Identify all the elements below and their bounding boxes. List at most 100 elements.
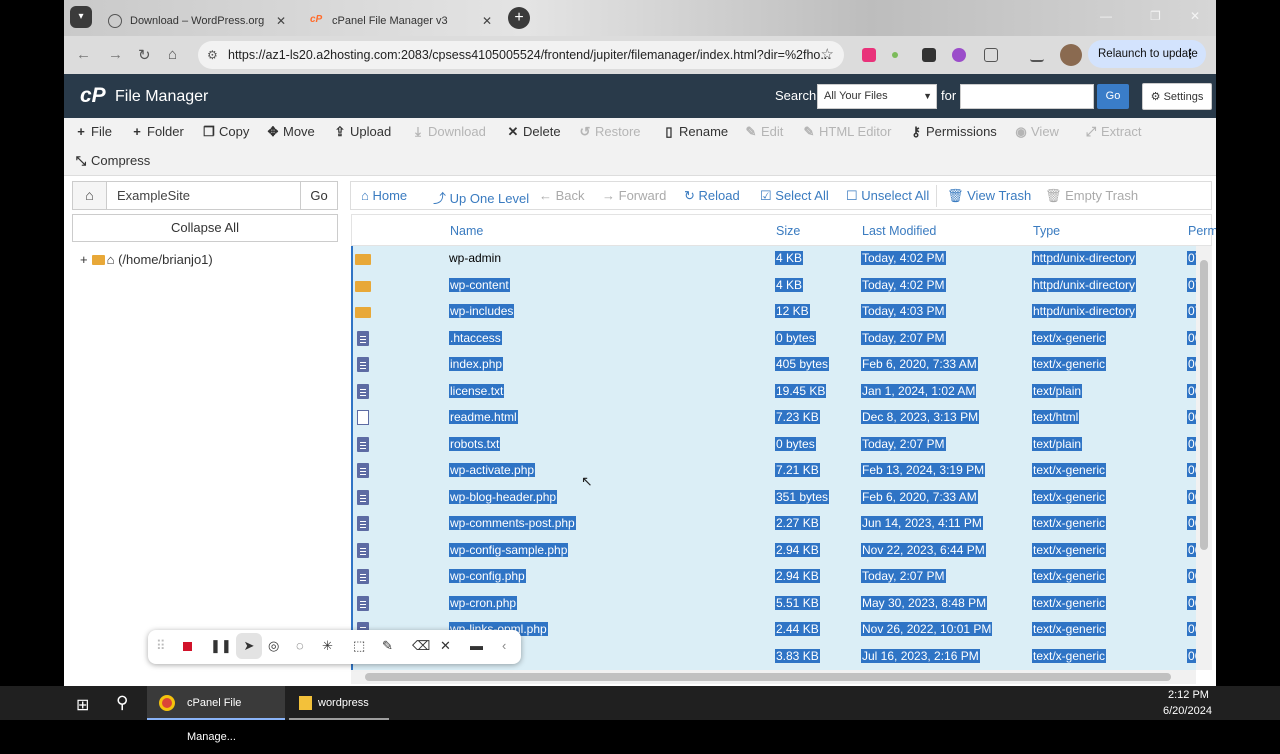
maximize-icon[interactable]: ❐ xyxy=(1150,9,1161,23)
up-one-level-button[interactable]: ⤴ Up One Level xyxy=(433,188,529,207)
new-tab-button[interactable]: + xyxy=(508,7,530,29)
search-icon[interactable]: ⚲ xyxy=(116,693,128,713)
relaunch-button[interactable]: Relaunch to update ⋮ xyxy=(1088,40,1206,68)
table-row[interactable]: wp-content 4 KB Today, 4:02 PM httpd/unix-d… xyxy=(351,272,1196,299)
more-menu-icon[interactable]: ⋮ xyxy=(1185,40,1197,68)
mute-notifications-icon[interactable]: ✕ xyxy=(440,638,451,654)
puzzle-icon[interactable] xyxy=(984,48,998,62)
windows-start-icon[interactable]: ⊞ xyxy=(76,695,89,715)
forward-button[interactable]: → Forward xyxy=(602,188,666,203)
spotlight-icon[interactable]: ◌ xyxy=(296,638,304,653)
table-row[interactable]: wp-admin 4 KB Today, 4:02 PM httpd/unix-dir… xyxy=(351,246,1196,273)
back-arrow-icon[interactable]: ← xyxy=(76,46,91,63)
new-folder-button[interactable]: + Folder xyxy=(130,124,184,139)
table-row[interactable]: robots.txt 0 bytes Today, 2:07 PM text/plai… xyxy=(351,431,1196,458)
table-row[interactable]: wp-config.php 2.94 KB Today, 2:07 PM text/x… xyxy=(351,564,1196,591)
path-input[interactable]: ExampleSite xyxy=(106,181,301,210)
column-name[interactable]: Name xyxy=(450,224,483,238)
minimize-icon[interactable]: — xyxy=(1100,9,1112,23)
compress-button[interactable]: ⤡ Compress xyxy=(74,153,150,169)
select-all-button[interactable]: ☑ Select All xyxy=(760,188,829,204)
table-row[interactable]: wp-comments-post.php 2.27 KB Jun 14, 2023,… xyxy=(351,511,1196,538)
move-button[interactable]: ✥ Move xyxy=(266,124,315,140)
edit-button[interactable]: ✎ Edit xyxy=(744,124,784,140)
table-row[interactable]: readme.html 7.23 KB Dec 8, 2023, 3:13 PM te… xyxy=(351,405,1196,432)
scrollbar-thumb[interactable] xyxy=(1200,260,1208,550)
vertical-scrollbar[interactable] xyxy=(1196,246,1212,670)
extension-icon[interactable] xyxy=(922,48,936,62)
eraser-icon[interactable]: ⌫ xyxy=(412,638,430,654)
collapse-all-button[interactable]: Collapse All xyxy=(72,214,338,242)
settings-button[interactable]: ⚙ Settings xyxy=(1142,83,1212,110)
extension-icon[interactable] xyxy=(862,48,876,62)
upload-button[interactable]: ⇪ Upload xyxy=(333,124,392,140)
table-row[interactable]: wp-cron.php 5.51 KB May 30, 2023, 8:48 PM t… xyxy=(351,590,1196,617)
horizontal-scrollbar[interactable] xyxy=(351,670,1196,684)
empty-trash-button[interactable]: 🗑 Empty Trash xyxy=(1045,188,1138,204)
pause-icon[interactable]: ❚❚ xyxy=(210,638,232,654)
site-info-icon[interactable]: ⚙ xyxy=(207,41,218,69)
delete-button[interactable]: ✕ Delete xyxy=(506,124,561,140)
extract-button[interactable]: ⤢ Extract xyxy=(1084,124,1142,140)
tab-cpanel[interactable]: cP cPanel File Manager v3 ✕ xyxy=(300,6,500,36)
new-file-button[interactable]: + File xyxy=(74,124,112,139)
table-row[interactable]: .htaccess 0 bytes Today, 2:07 PM text/x-gen… xyxy=(351,325,1196,352)
expand-plus-icon[interactable]: + xyxy=(80,252,88,267)
rename-button[interactable]: ▯ Rename xyxy=(662,124,728,140)
home-icon[interactable]: ⌂ xyxy=(168,46,177,63)
column-last-modified[interactable]: Last Modified xyxy=(862,224,936,238)
close-icon[interactable]: ✕ xyxy=(482,14,492,28)
url-input[interactable]: ⚙ https://az1-ls20.a2hosting.com:2083/cp… xyxy=(198,41,844,69)
camera-icon[interactable]: ▬ xyxy=(470,638,483,653)
region-select-icon[interactable]: ⬚ xyxy=(353,638,365,654)
restore-button[interactable]: ↺ Restore xyxy=(578,124,641,140)
label: Unselect All xyxy=(861,188,930,203)
forward-arrow-icon[interactable]: → xyxy=(108,46,123,63)
reload-button[interactable]: ↻ Reload xyxy=(684,188,740,204)
search-scope-select[interactable]: All Your Files ▼ xyxy=(817,84,937,109)
table-row[interactable]: wp-config-sample.php 2.94 KB Nov 22, 2023,… xyxy=(351,537,1196,564)
collapse-chevron-icon[interactable]: ‹ xyxy=(502,638,506,653)
table-row[interactable]: wp-includes 12 KB Today, 4:03 PM httpd/unix… xyxy=(351,299,1196,326)
home-button[interactable]: ⌂ xyxy=(72,181,107,210)
taskbar-folder-item[interactable]: wordpress xyxy=(289,686,389,720)
unselect-all-button[interactable]: ☐ Unselect All xyxy=(846,188,929,204)
extension-icon[interactable] xyxy=(952,48,966,62)
html-editor-button[interactable]: ✎ HTML Editor xyxy=(802,124,892,140)
back-button[interactable]: ← Back xyxy=(539,188,585,203)
view-trash-button[interactable]: 🗑 View Trash xyxy=(947,188,1031,204)
search-go-button[interactable]: Go xyxy=(1097,84,1129,109)
home-nav-button[interactable]: ⌂ Home xyxy=(361,188,407,203)
drag-handle-icon[interactable]: ⠿ xyxy=(156,638,166,654)
extension-icon[interactable] xyxy=(892,52,898,58)
download-button[interactable]: ⤓ Download xyxy=(411,124,486,140)
laser-icon[interactable]: ✳ xyxy=(322,638,333,654)
scrollbar-thumb[interactable] xyxy=(365,673,1171,681)
copy-button[interactable]: ❐ Copy xyxy=(202,124,249,140)
taskbar-chrome-item[interactable]: cPanel File Manage... xyxy=(147,686,285,743)
download-icon[interactable] xyxy=(1030,48,1044,62)
pointer-icon[interactable]: ➤ xyxy=(236,633,262,659)
column-permissions[interactable]: Permissions xyxy=(1188,224,1216,238)
pen-icon[interactable]: ✎ xyxy=(382,638,393,654)
table-row[interactable]: license.txt 19.45 KB Jan 1, 2024, 1:02 AM t… xyxy=(351,378,1196,405)
table-row[interactable]: wp-activate.php 7.21 KB Feb 13, 2024, 3:19… xyxy=(351,458,1196,485)
close-window-icon[interactable]: ✕ xyxy=(1190,9,1200,23)
click-highlight-icon[interactable]: ◎ xyxy=(268,638,279,654)
column-type[interactable]: Type xyxy=(1033,224,1060,238)
bookmark-star-icon[interactable]: ☆ xyxy=(821,41,834,69)
search-input[interactable] xyxy=(960,84,1094,109)
stop-record-icon[interactable] xyxy=(183,642,192,651)
tree-root-item[interactable]: + ⌂ (/home/brianjo1) xyxy=(80,252,213,267)
table-row[interactable]: index.php 405 bytes Feb 6, 2020, 7:33 AM te… xyxy=(351,352,1196,379)
path-go-button[interactable]: Go xyxy=(300,181,338,210)
close-icon[interactable]: ✕ xyxy=(276,14,286,28)
reload-icon[interactable]: ↻ xyxy=(138,46,151,64)
column-size[interactable]: Size xyxy=(776,224,800,238)
view-button[interactable]: ◉ View xyxy=(1014,124,1059,140)
tab-search-icon[interactable]: ▾ xyxy=(70,6,92,28)
table-row[interactable]: wp-blog-header.php 351 bytes Feb 6, 2020, … xyxy=(351,484,1196,511)
avatar[interactable] xyxy=(1060,44,1082,66)
tab-wordpress[interactable]: Download – WordPress.org ✕ xyxy=(98,6,294,36)
permissions-button[interactable]: ⚷ Permissions xyxy=(909,124,997,140)
